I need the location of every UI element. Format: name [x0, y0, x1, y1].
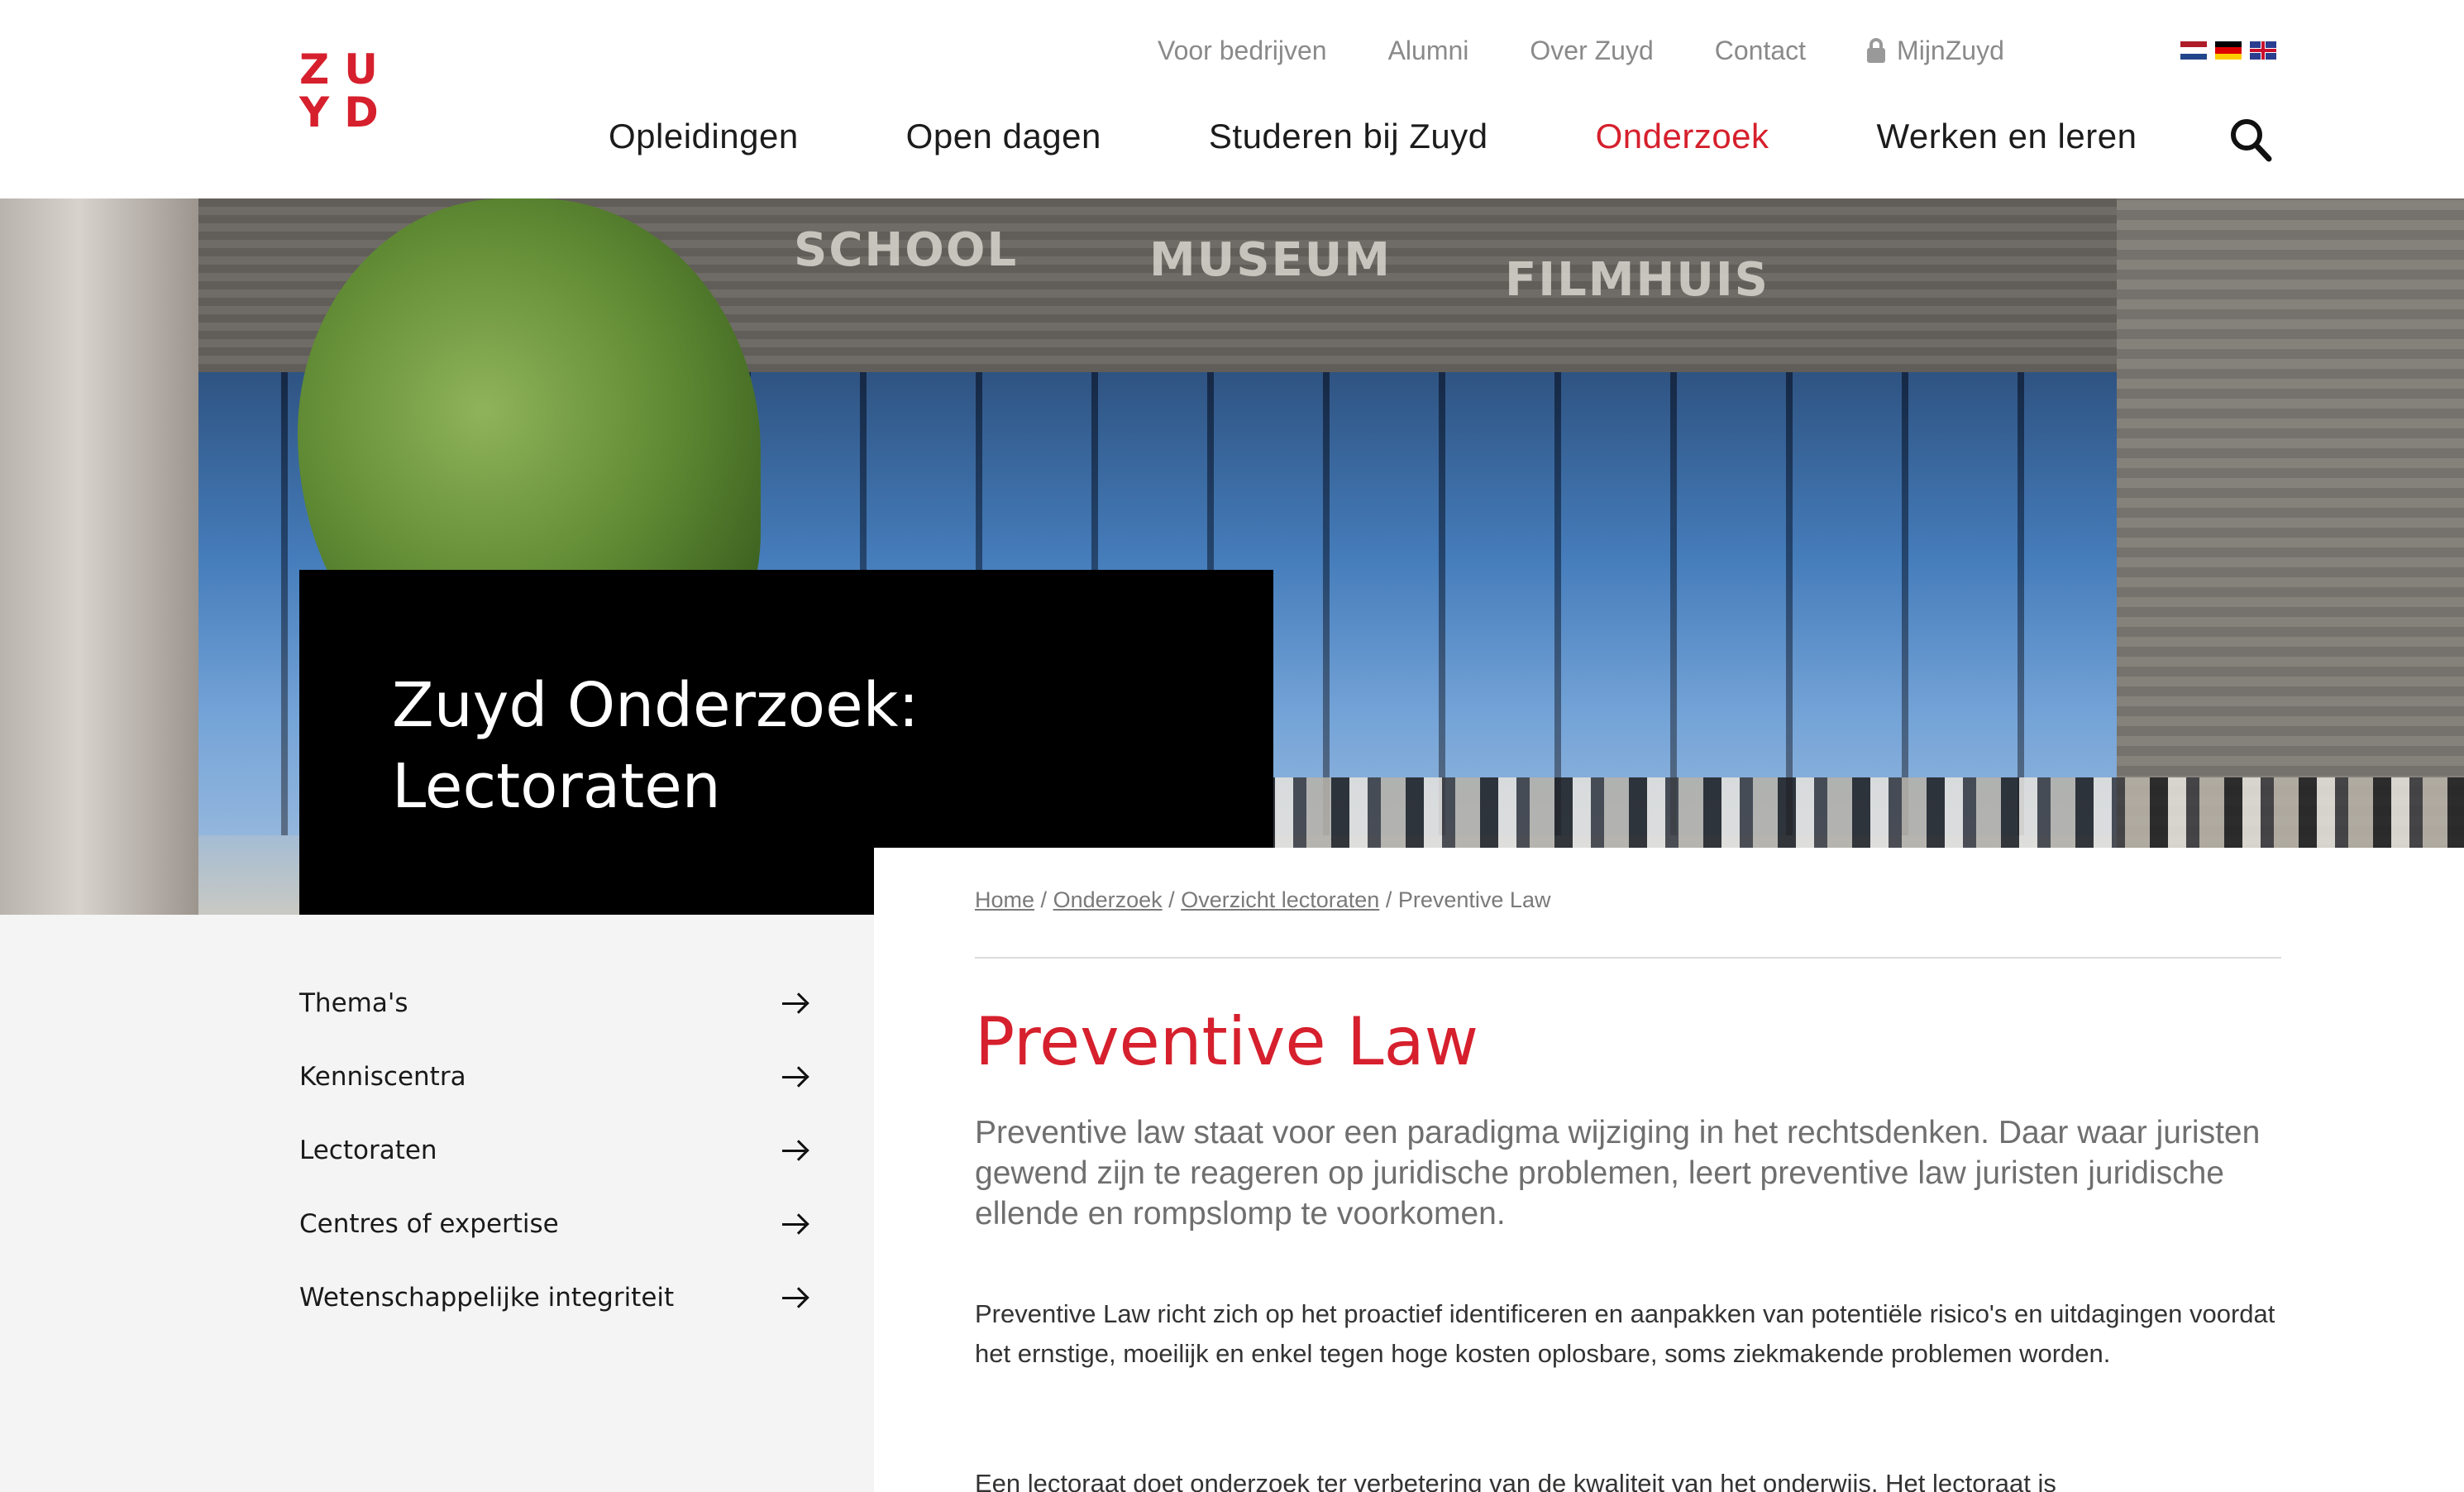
topnav-alumni[interactable]: Alumni: [1388, 36, 1469, 66]
language-switcher: [2180, 41, 2285, 60]
logo-line-2: YD: [299, 88, 394, 136]
body-paragraph-1: Preventive Law richt zich op het proacti…: [975, 1299, 2275, 1368]
topnav-voor-bedrijven[interactable]: Voor bedrijven: [1158, 36, 1327, 66]
sidebar-item-label: Kenniscentra: [299, 1062, 466, 1092]
lock-icon: [1867, 38, 1886, 63]
top-navigation: Voor bedrijven Alumni Over Zuyd Contact …: [1158, 31, 2004, 69]
body-paragraph-2: Een lectoraat doet onderzoek ter verbete…: [975, 1469, 2056, 1492]
zuyd-logo[interactable]: ZU YD: [299, 48, 382, 134]
intro-text: Preventive law staat voor een paradigma …: [975, 1115, 2261, 1231]
divider: [975, 957, 2281, 959]
building-sign-school: SCHOOL: [794, 223, 1019, 277]
breadcrumb-current: Preventive Law: [1397, 887, 1551, 912]
sidebar-item-label: Centres of expertise: [299, 1209, 559, 1239]
sidebar-item-label: Wetenschappelijke integriteit: [299, 1283, 675, 1313]
breadcrumb-separator: /: [1040, 887, 1048, 912]
nav-werken-en-leren[interactable]: Werken en leren: [1877, 117, 2137, 156]
breadcrumb-separator: /: [1168, 887, 1175, 912]
hero-title: Zuyd Onderzoek: Lectoraten: [392, 670, 919, 822]
sidebar-item-label: Thema's: [299, 988, 408, 1018]
arrow-right-icon: [782, 993, 809, 1013]
search-icon[interactable]: [2229, 117, 2272, 162]
breadcrumb: Home / Onderzoek / Overzicht lectoraten …: [975, 887, 1550, 913]
topnav-contact[interactable]: Contact: [1715, 36, 1806, 66]
building-sign-museum: MUSEUM: [1149, 233, 1392, 287]
breadcrumb-separator: /: [1385, 887, 1392, 912]
sidebar-item-lectoraten[interactable]: Lectoraten: [299, 1130, 809, 1171]
sidebar: Thema's Kenniscentra Lectoraten Centres …: [0, 915, 874, 1492]
mijnzuyd-label: MijnZuyd: [1897, 35, 2004, 65]
page-title: Preventive Law: [975, 1003, 1479, 1080]
arrow-right-icon: [782, 1288, 809, 1308]
nav-open-dagen[interactable]: Open dagen: [906, 117, 1101, 156]
building-sign-filmhuis: FILMHUIS: [1505, 253, 1770, 307]
sidebar-item-wetenschappelijke-integriteit[interactable]: Wetenschappelijke integriteit: [299, 1277, 809, 1318]
nav-opleidingen[interactable]: Opleidingen: [609, 117, 799, 156]
topnav-over-zuyd[interactable]: Over Zuyd: [1530, 36, 1653, 66]
nav-onderzoek[interactable]: Onderzoek: [1596, 117, 1769, 156]
arrow-right-icon: [782, 1067, 809, 1087]
sidebar-item-label: Lectoraten: [299, 1136, 437, 1165]
logo-line-1: ZU: [299, 45, 393, 93]
breadcrumb-home[interactable]: Home: [975, 887, 1034, 912]
arrow-right-icon: [782, 1141, 809, 1160]
sidebar-item-themas[interactable]: Thema's: [299, 983, 809, 1024]
flag-nl-icon[interactable]: [2180, 41, 2207, 60]
sidebar-item-kenniscentra[interactable]: Kenniscentra: [299, 1056, 809, 1097]
mijnzuyd-login-link[interactable]: MijnZuyd: [1867, 36, 2004, 66]
breadcrumb-onderzoek[interactable]: Onderzoek: [1053, 887, 1163, 912]
main-content: Home / Onderzoek / Overzicht lectoraten …: [874, 848, 2464, 1492]
nav-studeren-bij-zuyd[interactable]: Studeren bij Zuyd: [1209, 117, 1488, 156]
sidebar-item-centres-of-expertise[interactable]: Centres of expertise: [299, 1203, 809, 1245]
breadcrumb-overzicht-lectoraten[interactable]: Overzicht lectoraten: [1181, 887, 1379, 912]
site-header: ZU YD Voor bedrijven Alumni Over Zuyd Co…: [0, 0, 2464, 198]
arrow-right-icon: [782, 1214, 809, 1234]
flag-de-icon[interactable]: [2215, 41, 2242, 60]
main-navigation: Opleidingen Open dagen Studeren bij Zuyd…: [609, 108, 2244, 165]
flag-en-icon[interactable]: [2250, 41, 2276, 60]
